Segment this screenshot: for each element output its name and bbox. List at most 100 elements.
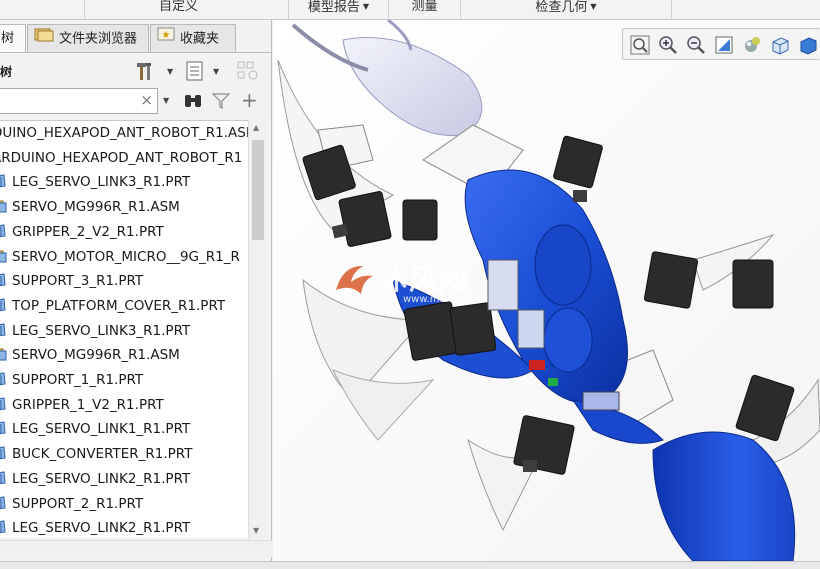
- tab-folder-browser[interactable]: 文件夹浏览器: [27, 24, 149, 52]
- tree-label: 树: [0, 65, 13, 79]
- search-input[interactable]: ×: [0, 88, 158, 114]
- tab-model-tree[interactable]: 树: [0, 24, 26, 52]
- ribbon-group-customize[interactable]: 自定义: [84, 0, 272, 20]
- part-icon: [0, 172, 7, 188]
- tab-label: 树: [1, 31, 15, 46]
- part-icon: [0, 370, 7, 386]
- watermark-url: www.mfcad.com: [403, 294, 486, 305]
- part-icon: [0, 518, 7, 534]
- star-icon: ★: [157, 25, 175, 53]
- tree-item[interactable]: ARDUINO_HEXAPOD_ANT_ROBOT_R1: [0, 146, 242, 170]
- tree-item-label: LEG_SERVO_LINK3_R1.PRT: [12, 322, 191, 339]
- plus-icon[interactable]: +: [241, 90, 258, 110]
- tab-label: 收藏夹: [180, 31, 220, 47]
- model-tree: DUINO_HEXAPOD_ANT_ROBOT_R1.ASM ARDUINO_HE…: [0, 120, 266, 538]
- chevron-down-icon[interactable]: ▼: [213, 67, 219, 76]
- scroll-up-icon[interactable]: ▲: [253, 123, 259, 132]
- navigator-panel: 树 文件夹浏览器 ★ 收藏夹 树 ▼ ▼ × ▼ + DUINO_HEXAPOD…: [0, 20, 272, 561]
- tree-item[interactable]: LEG_SERVO_LINK2_R1.PRT: [0, 467, 190, 491]
- ribbon-group-label: 模型报告: [307, 0, 360, 15]
- tree-item[interactable]: TOP_PLATFORM_COVER_R1.PRT: [0, 294, 225, 318]
- part-icon: [0, 271, 7, 287]
- zoom-out-icon[interactable]: [685, 34, 707, 56]
- filter-icon[interactable]: [211, 92, 231, 114]
- tree-horizontal-scrollbar[interactable]: [0, 540, 272, 557]
- tree-item-label: LEG_SERVO_LINK1_R1.PRT: [12, 421, 191, 438]
- app-window: 自定义 模型报告 ▼ 测量 检查几何 ▼ 树 文件夹浏览器 ★ 收藏夹 树 ▼ …: [0, 0, 820, 569]
- tree-item[interactable]: SERVO_MOTOR_MICRO__9G_R1_R: [0, 245, 240, 269]
- clear-icon[interactable]: ×: [140, 93, 153, 108]
- ribbon-group-label: 自定义: [158, 0, 198, 14]
- scroll-thumb[interactable]: [252, 140, 264, 240]
- display-style-icon[interactable]: [797, 34, 819, 56]
- saved-views-icon[interactable]: [769, 34, 791, 56]
- graphics-viewport[interactable]: 沐风网 www.mfcad.com: [273, 20, 820, 561]
- navigator-tabs: 树 文件夹浏览器 ★ 收藏夹: [0, 24, 272, 52]
- tree-item-label: SERVO_MG996R_R1.ASM: [12, 347, 180, 364]
- tree-item-label: LEG_SERVO_LINK2_R1.PRT: [12, 470, 191, 487]
- tree-item[interactable]: LEG_SERVO_LINK2_R1.PRT: [0, 516, 190, 538]
- filter-grid-icon[interactable]: [236, 60, 258, 82]
- repaint-icon[interactable]: [713, 34, 735, 56]
- watermark: 沐风网 www.mfcad.com: [333, 258, 533, 310]
- tab-favorites[interactable]: ★ 收藏夹: [150, 24, 236, 52]
- ribbon-group-inspect-geometry[interactable]: 检查几何 ▼: [460, 0, 672, 20]
- scroll-down-icon[interactable]: ▼: [253, 526, 259, 535]
- spin-center-icon[interactable]: [741, 34, 763, 56]
- part-icon: [0, 222, 7, 238]
- assembly-icon: [0, 345, 7, 361]
- part-icon: [0, 469, 7, 485]
- tree-item[interactable]: GRIPPER_1_V2_R1.PRT: [0, 393, 164, 417]
- tree-item[interactable]: BUCK_CONVERTER_R1.PRT: [0, 442, 192, 466]
- part-icon: [0, 419, 7, 435]
- assembly-icon: [0, 247, 7, 262]
- refit-icon[interactable]: [629, 34, 651, 56]
- chevron-down-icon[interactable]: ▼: [167, 67, 173, 76]
- watermark-title: 沐风网: [379, 263, 470, 296]
- tree-item-label: TOP_PLATFORM_COVER_R1.PRT: [12, 297, 226, 314]
- tree-item-label: GRIPPER_2_V2_R1.PRT: [12, 223, 164, 240]
- folder-icon: [34, 25, 54, 53]
- zoom-in-icon[interactable]: [657, 34, 679, 56]
- tree-item-label: SUPPORT_3_R1.PRT: [12, 273, 144, 290]
- ribbon-group-model-report[interactable]: 模型报告 ▼: [288, 0, 388, 20]
- chevron-down-icon[interactable]: ▼: [163, 96, 169, 105]
- tree-item[interactable]: SERVO_MG996R_R1.ASM: [0, 343, 180, 367]
- tree-item[interactable]: DUINO_HEXAPOD_ANT_ROBOT_R1.ASM: [0, 121, 258, 145]
- tab-label: 文件夹浏览器: [59, 31, 138, 47]
- ribbon-group-label: 测量: [411, 0, 438, 14]
- chevron-down-icon: ▼: [362, 2, 370, 11]
- ribbon-group-measure[interactable]: 测量: [388, 0, 460, 20]
- ribbon-group-label: 检查几何: [535, 0, 588, 15]
- tree-item-label: LEG_SERVO_LINK3_R1.PRT: [12, 174, 191, 191]
- tree-item[interactable]: SUPPORT_2_R1.PRT: [0, 492, 143, 516]
- tree-item-label: SERVO_MG996R_R1.ASM: [12, 199, 180, 216]
- part-icon: [0, 296, 7, 312]
- tree-item-label: GRIPPER_1_V2_R1.PRT: [12, 396, 164, 413]
- tree-vertical-scrollbar[interactable]: ▲ ▼: [248, 120, 266, 538]
- tree-item-label: SERVO_MOTOR_MICRO__9G_R1_R: [12, 248, 240, 265]
- tree-item-label: BUCK_CONVERTER_R1.PRT: [12, 446, 193, 463]
- tree-item[interactable]: LEG_SERVO_LINK1_R1.PRT: [0, 417, 190, 441]
- assembly-icon: [0, 197, 7, 213]
- status-bar: [0, 561, 820, 569]
- watermark-logo-icon: [336, 265, 373, 294]
- tree-item[interactable]: SUPPORT_1_R1.PRT: [0, 368, 143, 392]
- tree-item[interactable]: GRIPPER_2_V2_R1.PRT: [0, 220, 164, 244]
- part-icon: [0, 395, 7, 410]
- chevron-down-icon: ▼: [590, 2, 597, 11]
- view-toolbar: [622, 28, 820, 60]
- tree-item[interactable]: LEG_SERVO_LINK3_R1.PRT: [0, 319, 190, 343]
- tree-item[interactable]: LEG_SERVO_LINK3_R1.PRT: [0, 170, 190, 194]
- tree-item-label: DUINO_HEXAPOD_ANT_ROBOT_R1.ASM: [0, 125, 258, 141]
- tree-item[interactable]: SERVO_MG996R_R1.ASM: [0, 195, 180, 219]
- part-icon: [0, 444, 7, 460]
- settings-tools-icon[interactable]: [134, 60, 156, 82]
- binoculars-icon[interactable]: [183, 92, 203, 114]
- tree-header: 树 ▼ ▼: [0, 54, 272, 86]
- tree-item-label: LEG_SERVO_LINK2_R1.PRT: [12, 520, 191, 537]
- svg-text:★: ★: [162, 30, 171, 41]
- tree-item-label: SUPPORT_2_R1.PRT: [12, 495, 144, 512]
- tree-item[interactable]: SUPPORT_3_R1.PRT: [0, 269, 143, 293]
- show-list-icon[interactable]: [184, 60, 206, 82]
